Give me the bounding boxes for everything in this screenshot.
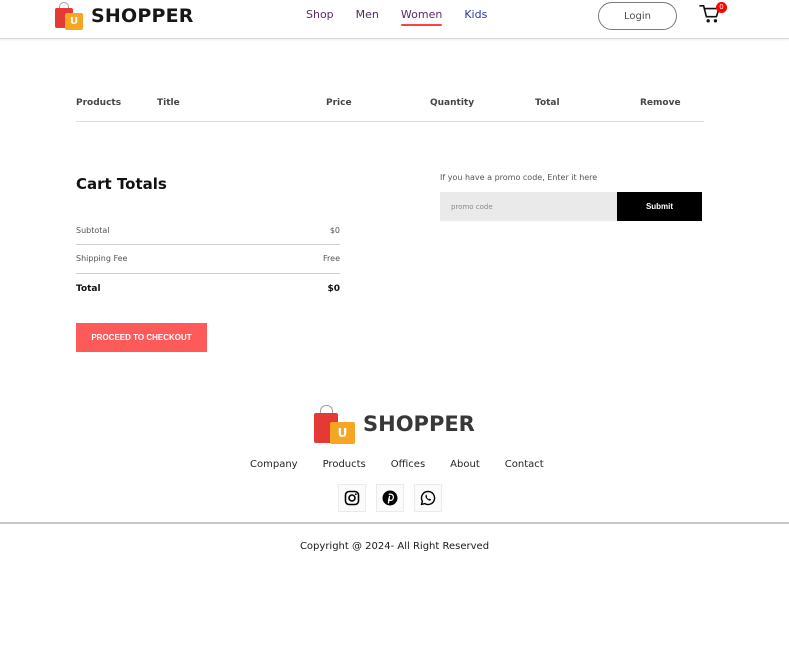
active-underline <box>400 24 443 26</box>
subtotal-value: $0 <box>329 226 340 235</box>
footer-divider <box>0 522 789 524</box>
copyright-text: Copyright @ 2024- All Right Reserved <box>299 541 490 552</box>
login-button[interactable]: Login <box>598 2 677 30</box>
footer-links: Company Products Offices About Contact <box>250 459 569 470</box>
shopping-bag-icon: U <box>314 404 356 444</box>
shopping-bag-icon: U <box>55 2 85 30</box>
footer-link-company[interactable]: Company <box>250 459 298 470</box>
subtotal-label: Subtotal <box>76 226 110 235</box>
nav-item-kids[interactable]: Kids <box>464 8 487 21</box>
pinterest-icon[interactable] <box>376 484 404 512</box>
footer-brand-name: SHOPPER <box>363 412 475 436</box>
column-title: Title <box>157 98 180 108</box>
subtotal-row: Subtotal $0 <box>76 226 340 235</box>
promo-code-box: Submit <box>440 192 702 221</box>
nav-item-women[interactable]: Women <box>400 8 443 26</box>
whatsapp-icon[interactable] <box>414 484 442 512</box>
nav-menu: Shop Men Women Kids <box>306 8 509 26</box>
cart-count-badge: 0 <box>716 2 727 13</box>
instagram-icon[interactable] <box>338 484 366 512</box>
footer-link-products[interactable]: Products <box>323 459 366 470</box>
nav-item-women-label: Women <box>400 8 443 21</box>
nav-item-shop[interactable]: Shop <box>306 8 334 21</box>
total-row: Total $0 <box>76 284 340 294</box>
promo-code-input[interactable] <box>440 192 618 221</box>
brand-name: SHOPPER <box>91 5 194 27</box>
shipping-label: Shipping Fee <box>76 254 128 263</box>
footer-brand-logo: U SHOPPER <box>314 404 475 444</box>
promo-code-label: If you have a promo code, Enter it here <box>440 173 598 182</box>
navbar: U SHOPPER Shop Men Women Kids Login 0 <box>0 0 789 39</box>
promo-submit-button[interactable]: Submit <box>617 192 702 221</box>
total-value: $0 <box>327 284 340 294</box>
footer-link-contact[interactable]: Contact <box>505 459 544 470</box>
nav-item-men[interactable]: Men <box>356 8 379 21</box>
column-price: Price <box>326 98 352 108</box>
column-total: Total <box>535 98 560 108</box>
divider <box>76 244 340 245</box>
column-products: Products <box>76 98 122 108</box>
proceed-to-checkout-button[interactable]: PROCEED TO CHECKOUT <box>76 323 207 352</box>
column-quantity: Quantity <box>430 98 475 108</box>
brand-logo[interactable]: U SHOPPER <box>55 2 194 30</box>
divider <box>76 273 340 274</box>
shipping-value: Free <box>323 254 340 263</box>
footer-link-about[interactable]: About <box>450 459 480 470</box>
footer-link-offices[interactable]: Offices <box>391 459 425 470</box>
total-label: Total <box>76 284 101 294</box>
shipping-row: Shipping Fee Free <box>76 254 340 263</box>
column-remove: Remove <box>640 98 681 108</box>
cart-items-header: Products Title Price Quantity Total Remo… <box>76 98 704 122</box>
cart-totals-title: Cart Totals <box>76 175 167 193</box>
